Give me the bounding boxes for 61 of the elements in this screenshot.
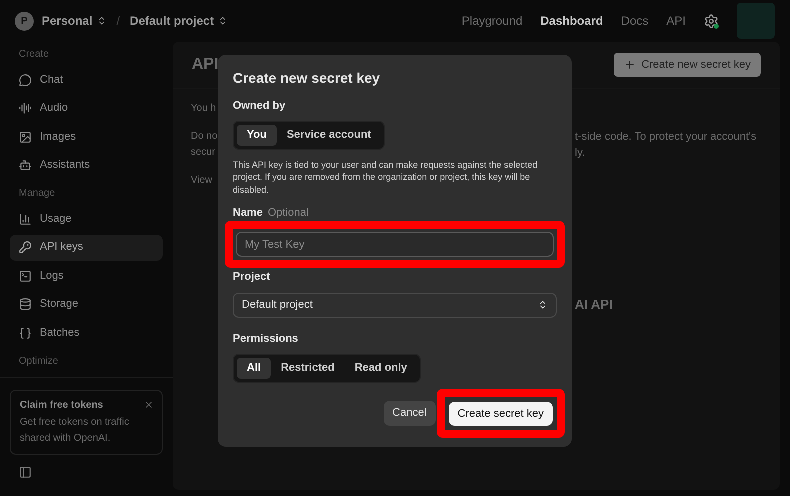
sidebar-item[interactable]: API keys	[10, 234, 163, 260]
field-label: Name	[233, 206, 263, 221]
field-label: Project	[233, 270, 272, 285]
braces-icon	[19, 326, 32, 340]
section-title: Manage	[18, 187, 56, 201]
sidebar-item[interactable]: Chat	[10, 67, 163, 93]
page-title: API	[192, 55, 219, 75]
chevrons-icon	[218, 16, 228, 26]
audio-wave-icon	[19, 102, 32, 115]
project-switcher[interactable]: Default project	[130, 12, 228, 30]
segment-tab[interactable]: Read only	[344, 358, 418, 379]
nav-link[interactable]: API	[666, 12, 686, 30]
name-input[interactable]: My Test Key	[236, 232, 554, 257]
sidebar-item[interactable]: Batches	[10, 320, 163, 346]
page-text: You h	[191, 102, 217, 116]
terminal-icon	[19, 270, 32, 282]
close-icon[interactable]	[144, 400, 154, 410]
sidebar-item[interactable]: Assistants	[10, 152, 163, 178]
chevrons-icon	[538, 300, 548, 310]
sidebar-item[interactable]: Storage	[10, 292, 163, 318]
page-text: View	[191, 174, 214, 188]
nav-link[interactable]: Dashboard	[540, 12, 604, 30]
page-text: secur	[191, 146, 216, 160]
segment-tab[interactable]: All	[237, 358, 272, 379]
project-select[interactable]: Default project	[233, 292, 557, 318]
sidebar-item[interactable]: Logs	[10, 263, 163, 289]
chevrons-icon	[96, 16, 107, 26]
sidebar-item[interactable]: Images	[10, 124, 163, 150]
field-label: Owned by	[233, 99, 287, 114]
dialog-title: Create new secret key	[233, 69, 382, 88]
cancel-button[interactable]: Cancel	[384, 401, 436, 426]
nav-link[interactable]: Docs	[621, 12, 649, 30]
promo-title: Claim free tokens	[20, 398, 104, 412]
image-icon	[19, 130, 32, 144]
plus-icon	[624, 59, 636, 71]
bar-chart-icon	[19, 212, 32, 226]
org-switcher[interactable]: Personal	[42, 12, 107, 30]
segment-tab[interactable]: Restricted	[271, 358, 345, 379]
sidebar-item[interactable]: Audio	[10, 96, 163, 122]
robot-icon	[19, 159, 32, 172]
page-text: ly.	[575, 146, 586, 161]
section-title: Create	[18, 48, 50, 62]
page-text: AI API	[575, 296, 614, 311]
sidebar-item[interactable]: Usage	[10, 206, 163, 232]
promo-text: Get free tokens on traffic shared with OpenAI.	[20, 416, 130, 446]
separator: /	[116, 13, 120, 30]
optional-hint: Optional	[268, 206, 309, 221]
page-text: Do no	[191, 130, 217, 144]
segment-tab[interactable]: Service account	[276, 124, 382, 146]
database-icon	[19, 298, 32, 311]
settings-icon[interactable]	[704, 14, 719, 28]
segment-tab[interactable]: You	[237, 124, 277, 146]
section-title: Optimize	[18, 354, 60, 368]
create-key-button[interactable]: Create new secret key	[614, 53, 761, 77]
page-text: t-side code. To protect your account's	[575, 130, 757, 145]
key-icon	[19, 241, 32, 254]
field-label: Permissions	[233, 332, 300, 346]
chat-bubble-icon	[19, 74, 32, 86]
description-text: This API key is tied to your user and can make requests against the selected project. If you are removed from the organization or project, this key will be disabled.	[233, 158, 539, 196]
create-secret-key-button[interactable]: Create secret key	[448, 402, 553, 426]
nav-link[interactable]: Playground	[462, 12, 523, 30]
